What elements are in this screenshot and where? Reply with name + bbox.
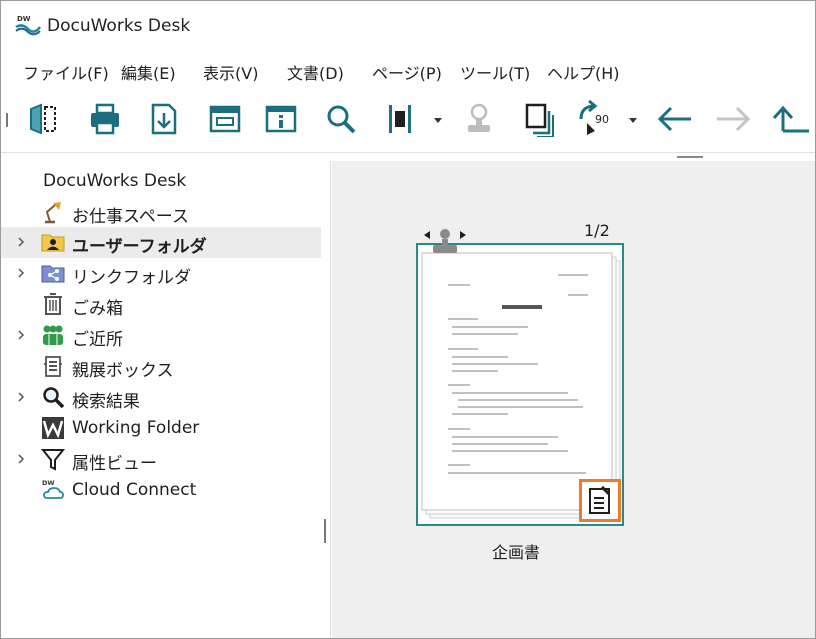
- document-title[interactable]: 企画書: [492, 539, 540, 563]
- menu-bar: ファイル(F) 編集(E) 表示(V) 文書(D) ページ(P) ツール(T) …: [1, 53, 815, 85]
- tree-item-confidential-box[interactable]: 親展ボックス: [1, 351, 321, 382]
- bind-button[interactable]: [379, 99, 419, 139]
- tree-item-trash[interactable]: ごみ箱: [1, 289, 321, 320]
- confidential-box-icon: [44, 356, 62, 377]
- tree-item-label: 親展ボックス: [72, 361, 174, 381]
- search-icon: [327, 105, 356, 134]
- tree-item-label: ごみ箱: [72, 299, 123, 319]
- tree-item-label: リンクフォルダ: [72, 268, 191, 288]
- window-button[interactable]: [205, 99, 245, 139]
- stamp-icon: [468, 103, 490, 132]
- print-button[interactable]: [85, 99, 125, 139]
- stamp-button[interactable]: [459, 99, 499, 139]
- cloud-connect-icon: DW: [42, 479, 64, 499]
- tree-item-search-results[interactable]: 検索結果: [1, 382, 321, 413]
- tree-item-label: お仕事スペース: [72, 207, 189, 227]
- svg-text:DW: DW: [17, 15, 31, 23]
- split-icon: [30, 103, 56, 135]
- search-button[interactable]: [321, 99, 361, 139]
- tree-root-label[interactable]: DocuWorks Desk: [43, 171, 186, 191]
- copy-button[interactable]: [519, 99, 559, 139]
- menu-help[interactable]: ヘルプ(H): [547, 60, 620, 84]
- annotation-button[interactable]: [579, 479, 621, 522]
- svg-text:90: 90: [595, 113, 609, 126]
- working-folder-icon: [42, 417, 64, 439]
- window-icon: [209, 105, 241, 133]
- clip-icon[interactable]: [422, 227, 468, 255]
- back-button[interactable]: [655, 99, 695, 139]
- bind-dropdown-icon[interactable]: [433, 115, 443, 125]
- info-icon: [265, 105, 297, 133]
- tree-item-cloud-connect[interactable]: DW Cloud Connect: [1, 475, 321, 506]
- tree-item-working-folder[interactable]: Working Folder: [1, 413, 321, 444]
- app-title: DocuWorks Desk: [47, 16, 191, 36]
- content-pane: 1/2 企画書: [332, 161, 815, 638]
- menu-tools[interactable]: ツール(T): [460, 60, 530, 84]
- forward-arrow-icon: [717, 106, 751, 132]
- toolbar-splitter[interactable]: [677, 156, 703, 158]
- tree-item-link-folder[interactable]: リンクフォルダ: [1, 258, 321, 289]
- app-window: DW DocuWorks Desk ファイル(F) 編集(E) 表示(V) 文書…: [0, 0, 816, 639]
- filter-icon: [41, 449, 65, 471]
- annotation-document-icon: [589, 485, 611, 514]
- up-arrow-icon: [772, 105, 809, 133]
- chevron-right-icon[interactable]: [15, 267, 27, 279]
- tree-item-label: ご近所: [72, 330, 123, 350]
- desk-lamp-icon: [45, 202, 61, 224]
- svg-text:DW: DW: [42, 479, 55, 487]
- search-results-icon: [43, 387, 65, 409]
- print-icon: [91, 103, 119, 135]
- link-folder-icon: [41, 265, 65, 283]
- info-button[interactable]: [261, 99, 301, 139]
- title-bar: DW DocuWorks Desk: [1, 1, 815, 47]
- bind-icon: [389, 105, 411, 133]
- tree-item-label: Working Folder: [72, 418, 200, 438]
- trash-icon: [44, 293, 62, 315]
- page-count: 1/2: [584, 221, 610, 240]
- neighborhood-icon: [43, 325, 63, 345]
- tree-item-user-folder[interactable]: ユーザーフォルダ: [1, 227, 321, 258]
- folder-tree: DocuWorks Desk お仕事スペース ユーザーフォルダ リンクフォルダ …: [1, 161, 331, 638]
- tree-item-workspace[interactable]: お仕事スペース: [1, 197, 321, 228]
- menu-edit[interactable]: 編集(E): [121, 60, 176, 84]
- up-button[interactable]: [771, 99, 811, 139]
- menu-document[interactable]: 文書(D): [287, 60, 344, 84]
- split-button[interactable]: [23, 99, 63, 139]
- menu-view[interactable]: 表示(V): [203, 60, 258, 84]
- menu-file[interactable]: ファイル(F): [23, 60, 109, 84]
- tree-item-label: 属性ビュー: [72, 454, 157, 474]
- import-icon: [151, 103, 177, 135]
- back-arrow-icon: [657, 106, 691, 132]
- docuworks-logo-icon: DW: [15, 15, 41, 36]
- pane-splitter[interactable]: [324, 519, 326, 543]
- user-folder-icon: [41, 234, 65, 252]
- menu-page[interactable]: ページ(P): [372, 60, 442, 84]
- tree-item-neighborhood[interactable]: ご近所: [1, 320, 321, 351]
- rotate-dropdown-icon[interactable]: [628, 115, 638, 125]
- rotate-90-icon: 90: [579, 99, 609, 135]
- chevron-right-icon[interactable]: [15, 236, 27, 248]
- toolbar: 90: [1, 89, 815, 153]
- forward-button[interactable]: [713, 99, 753, 139]
- toolbar-grip[interactable]: [6, 113, 8, 127]
- copy-icon: [525, 103, 554, 137]
- tree-item-label: 検索結果: [72, 392, 140, 412]
- tree-item-attribute-view[interactable]: 属性ビュー: [1, 444, 321, 475]
- tree-item-label: ユーザーフォルダ: [72, 237, 207, 257]
- import-button[interactable]: [143, 99, 183, 139]
- chevron-right-icon[interactable]: [15, 391, 27, 403]
- tree-item-label: Cloud Connect: [72, 480, 197, 500]
- chevron-right-icon[interactable]: [15, 329, 27, 341]
- rotate-button[interactable]: 90: [575, 99, 615, 139]
- chevron-right-icon[interactable]: [15, 453, 27, 465]
